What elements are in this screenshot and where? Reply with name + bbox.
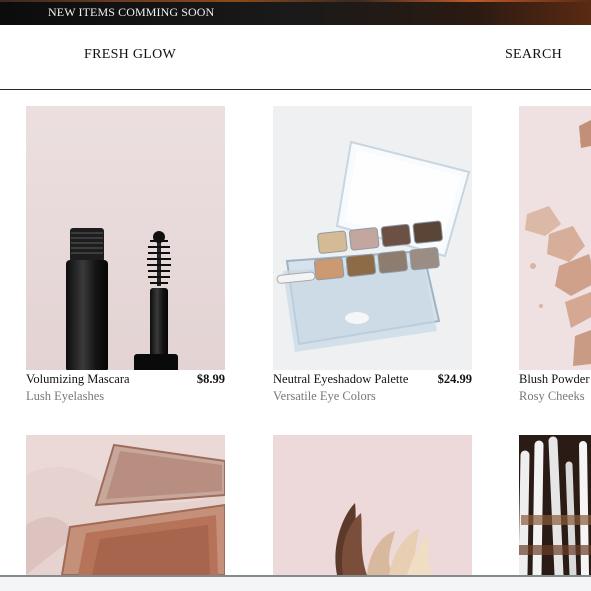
product-name[interactable]: Neutral Eyeshadow Palette [273,372,408,387]
product-image-blush-powder[interactable] [519,106,591,370]
product-image-mascara[interactable] [26,106,225,370]
product-subtitle: Lush Eyelashes [26,389,105,403]
announcement-text: NEW ITEMS COMMING SOON [48,5,215,19]
product-price: $8.99 [196,372,225,386]
product-image-foundation-swatches[interactable] [273,435,472,575]
product-price: $24.99 [437,372,472,386]
page: NEW ITEMS COMMING SOON FRESH GLOW SEARCH [0,0,591,591]
search-link[interactable]: SEARCH [505,47,562,63]
product-card[interactable]: Volumizing Mascara $8.99 Lush Eyelashes [26,106,225,406]
product-card[interactable]: Blush Powder Rosy Cheeks [519,106,591,406]
product-card[interactable] [273,435,472,575]
product-card[interactable] [26,435,225,575]
product-card[interactable] [519,435,591,575]
site-header: FRESH GLOW SEARCH [0,25,591,90]
product-subtitle: Versatile Eye Colors [273,389,376,403]
product-name[interactable]: Blush Powder [519,372,590,387]
product-image-compact-blush[interactable] [26,435,225,575]
product-card[interactable]: Neutral Eyeshadow Palette $24.99 Versati… [273,106,472,406]
brand-logo-link[interactable]: FRESH GLOW [84,47,176,63]
product-name[interactable]: Volumizing Mascara [26,372,130,387]
product-image-eyeshadow-palette[interactable] [273,106,472,370]
announcement-bar: NEW ITEMS COMMING SOON [0,0,591,25]
page-footer-edge [0,575,591,591]
product-image-brushes[interactable] [519,435,591,575]
product-subtitle: Rosy Cheeks [519,389,585,403]
